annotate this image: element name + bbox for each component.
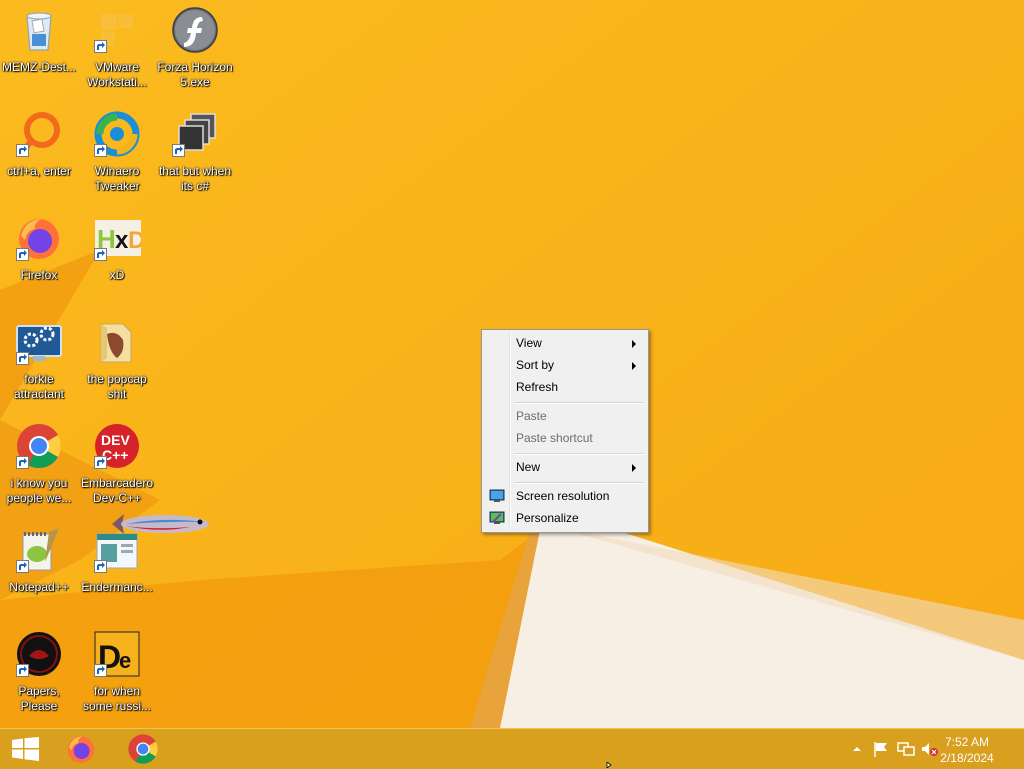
desktop-icon-label: Winaero Tweaker — [94, 164, 140, 193]
desktop-icon-vmware[interactable]: VMware Workstati... — [78, 4, 156, 100]
taskbar: 7:52 AM 2/18/2024 — [0, 728, 1024, 769]
shortcut-arrow-icon — [94, 664, 107, 677]
desktop-icon-label: forkie attractant — [13, 372, 65, 401]
menu-item-label: View — [516, 336, 542, 350]
desktop-icon-i-know-you-people[interactable]: i know you people we... — [0, 420, 78, 516]
taskbar-firefox-button[interactable] — [56, 729, 112, 769]
menu-item-label: Paste shortcut — [516, 431, 593, 445]
menu-item-personalize[interactable]: Personalize — [484, 507, 646, 529]
desktop-icon-papers-please[interactable]: Papers, Please — [0, 628, 78, 724]
desktop-icon-ctrl-a-enter[interactable]: ctrl+a, enter — [0, 108, 78, 204]
folder-icon — [100, 323, 132, 363]
desktop-icon-label: Forza Horizon 5.exe — [157, 60, 233, 89]
desktop-icon-notepadpp[interactable]: Notepad++ — [0, 524, 78, 620]
show-hidden-icons-chevron-icon[interactable] — [848, 740, 866, 758]
menu-item-label: New — [516, 460, 541, 474]
shortcut-arrow-icon — [16, 456, 29, 469]
menu-item-view[interactable]: View — [484, 332, 646, 354]
svg-text:x: x — [115, 227, 129, 254]
shortcut-arrow-icon — [16, 664, 29, 677]
desktop-icon-for-when-some-russi[interactable]: D e for when some russi... — [78, 628, 156, 724]
shortcut-arrow-icon — [16, 248, 29, 261]
flash-icon — [172, 7, 218, 53]
menu-item-label: Personalize — [516, 511, 579, 525]
desktop-icon-label: Papers, Please — [18, 684, 60, 713]
submenu-arrow-icon — [632, 464, 636, 472]
start-button[interactable] — [0, 729, 56, 769]
shortcut-arrow-icon — [16, 144, 29, 157]
desktop-icon-label: Notepad++ — [9, 580, 69, 594]
shortcut-arrow-icon — [94, 144, 107, 157]
menu-item-new[interactable]: New — [484, 456, 646, 478]
menu-separator — [514, 482, 644, 484]
desktop-icon-that-but-when-its-csharp[interactable]: that but when its c# — [156, 108, 234, 204]
taskbar-clock[interactable]: 7:52 AM 2/18/2024 — [932, 734, 1002, 766]
desktop-icon-label: for when some russi... — [82, 684, 151, 713]
desktop-context-menu: View Sort by Refresh Paste Paste shortcu… — [481, 329, 649, 533]
clock-date: 2/18/2024 — [940, 751, 994, 765]
desktop-icon-the-popcap-shit[interactable]: the popcap shit — [78, 316, 156, 412]
svg-text:DEV: DEV — [101, 432, 130, 448]
svg-text:e: e — [119, 648, 131, 673]
desktop-icon-label: VMware Workstati... — [87, 60, 147, 89]
desktop-icon-label: the popcap shit — [87, 372, 147, 401]
desktop-icon-xd[interactable]: H x D xD — [78, 212, 156, 308]
shortcut-arrow-icon — [172, 144, 185, 157]
start-icon — [12, 737, 39, 761]
menu-item-label: Screen resolution — [516, 489, 610, 503]
network-icon[interactable] — [897, 740, 915, 758]
taskbar-chrome-button[interactable] — [118, 729, 174, 769]
recycle-bin-icon — [26, 12, 52, 51]
shortcut-arrow-icon — [94, 560, 107, 573]
svg-text:D: D — [128, 227, 141, 254]
menu-separator — [514, 402, 644, 404]
menu-item-paste[interactable]: Paste — [484, 405, 646, 427]
shortcut-arrow-icon — [94, 456, 107, 469]
desktop-icon-label: xD — [109, 268, 125, 282]
desktop-icon-label: MEMZ-Dest... — [2, 60, 76, 74]
desktop-icon-firefox[interactable]: Firefox — [0, 212, 78, 308]
shortcut-arrow-icon — [16, 352, 29, 365]
desktop-icon-label: ctrl+a, enter — [7, 164, 71, 178]
menu-item-refresh[interactable]: Refresh — [484, 376, 646, 398]
desktop-icon-forza-horizon[interactable]: Forza Horizon 5.exe — [156, 4, 234, 100]
firefox-icon — [67, 736, 95, 763]
desktop-icon-label: i know you people we... — [6, 476, 72, 505]
menu-item-label: Paste — [516, 409, 547, 423]
menu-item-label: Sort by — [516, 358, 555, 372]
action-center-flag-icon[interactable] — [872, 740, 890, 758]
shortcut-arrow-icon — [94, 248, 107, 261]
submenu-arrow-icon — [632, 362, 636, 370]
menu-separator — [514, 453, 644, 455]
shortcut-arrow-icon — [94, 40, 107, 53]
desktop-icon-label: Firefox — [20, 268, 58, 282]
menu-item-label: Refresh — [516, 380, 559, 394]
desktop-icon-memz-dest[interactable]: MEMZ-Dest... — [0, 4, 78, 100]
desktop-fish-sprite — [112, 514, 209, 534]
clock-time: 7:52 AM — [944, 735, 990, 749]
display-icon — [489, 489, 505, 502]
desktop-icon-embarcadero-devcpp[interactable]: DEV C++ Embarcadero Dev-C++ — [78, 420, 156, 516]
shortcut-arrow-icon — [16, 560, 29, 573]
desktop-icon-winaero-tweaker[interactable]: Winaero Tweaker — [78, 108, 156, 204]
desktop-icon-label: Embarcadero Dev-C++ — [80, 476, 154, 505]
desktop-icon-forkie-attractant[interactable]: forkie attractant — [0, 316, 78, 412]
menu-item-sort-by[interactable]: Sort by — [484, 354, 646, 376]
desktop-icon-label: that but when its c# — [158, 164, 232, 193]
personalize-icon — [489, 511, 505, 524]
submenu-arrow-icon — [632, 340, 636, 348]
mouse-cursor — [606, 762, 612, 768]
menu-item-screen-resolution[interactable]: Screen resolution — [484, 485, 646, 507]
desktop-icon-label: Endermanc... — [81, 580, 153, 594]
chrome-icon — [128, 734, 158, 764]
menu-item-paste-shortcut[interactable]: Paste shortcut — [484, 427, 646, 449]
